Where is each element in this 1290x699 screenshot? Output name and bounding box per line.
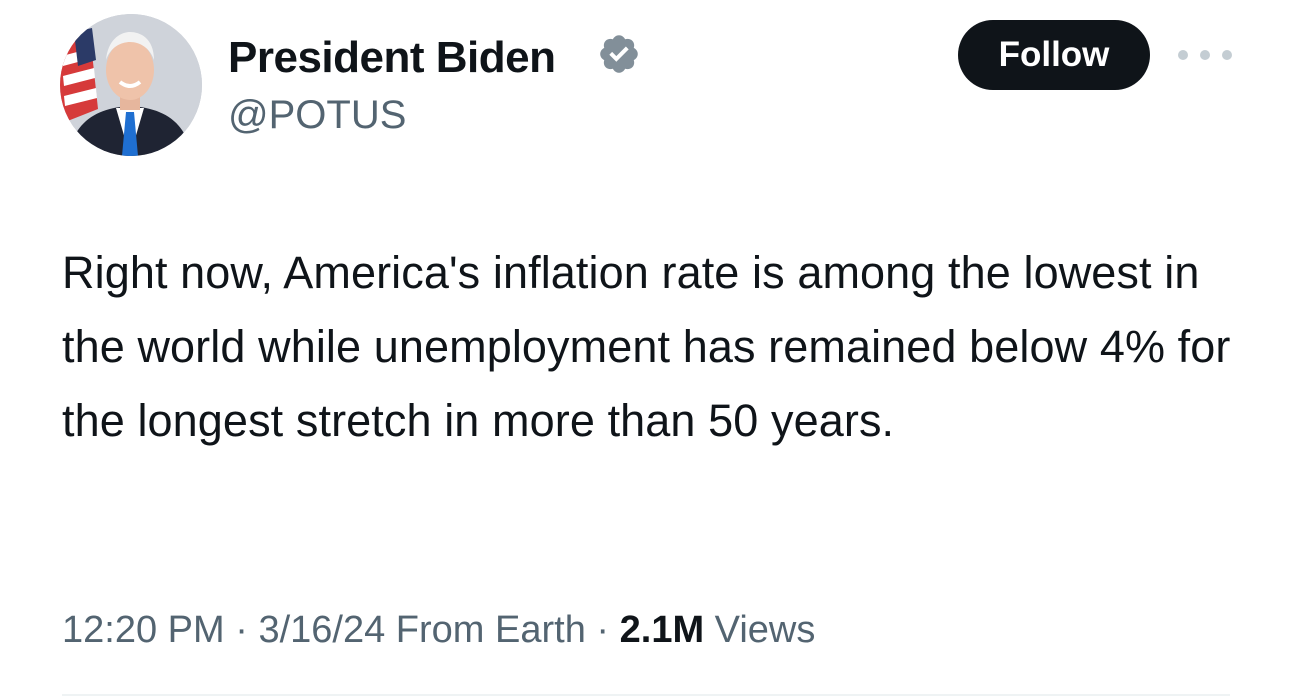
follow-button[interactable]: Follow xyxy=(958,20,1150,90)
more-dot xyxy=(1222,50,1232,60)
tweet-date[interactable]: 3/16/24 xyxy=(258,609,385,651)
author-display-name[interactable]: President Biden xyxy=(228,30,556,86)
tweet-text: Right now, America's inflation rate is a… xyxy=(62,247,1231,446)
meta-separator: · xyxy=(224,609,259,651)
more-dot xyxy=(1178,50,1188,60)
flag-graphic xyxy=(60,28,98,124)
tweet-source: From Earth xyxy=(385,609,586,651)
tweet-meta: 12:20 PM · 3/16/24 From Earth · 2.1M Vie… xyxy=(62,602,815,658)
divider xyxy=(62,694,1230,696)
tweet-card: President Biden @POTUS Follow Right now,… xyxy=(0,0,1290,699)
avatar[interactable] xyxy=(60,14,202,156)
meta-separator: · xyxy=(585,609,620,651)
author-handle[interactable]: @POTUS xyxy=(228,90,406,140)
views-count[interactable]: 2.1M xyxy=(620,609,704,651)
views-label[interactable]: Views xyxy=(704,609,816,651)
more-options-icon[interactable] xyxy=(1178,40,1232,70)
tweet-time[interactable]: 12:20 PM xyxy=(62,609,225,651)
verified-badge-icon xyxy=(600,35,638,73)
avatar-image xyxy=(60,14,202,156)
more-dot xyxy=(1200,50,1210,60)
